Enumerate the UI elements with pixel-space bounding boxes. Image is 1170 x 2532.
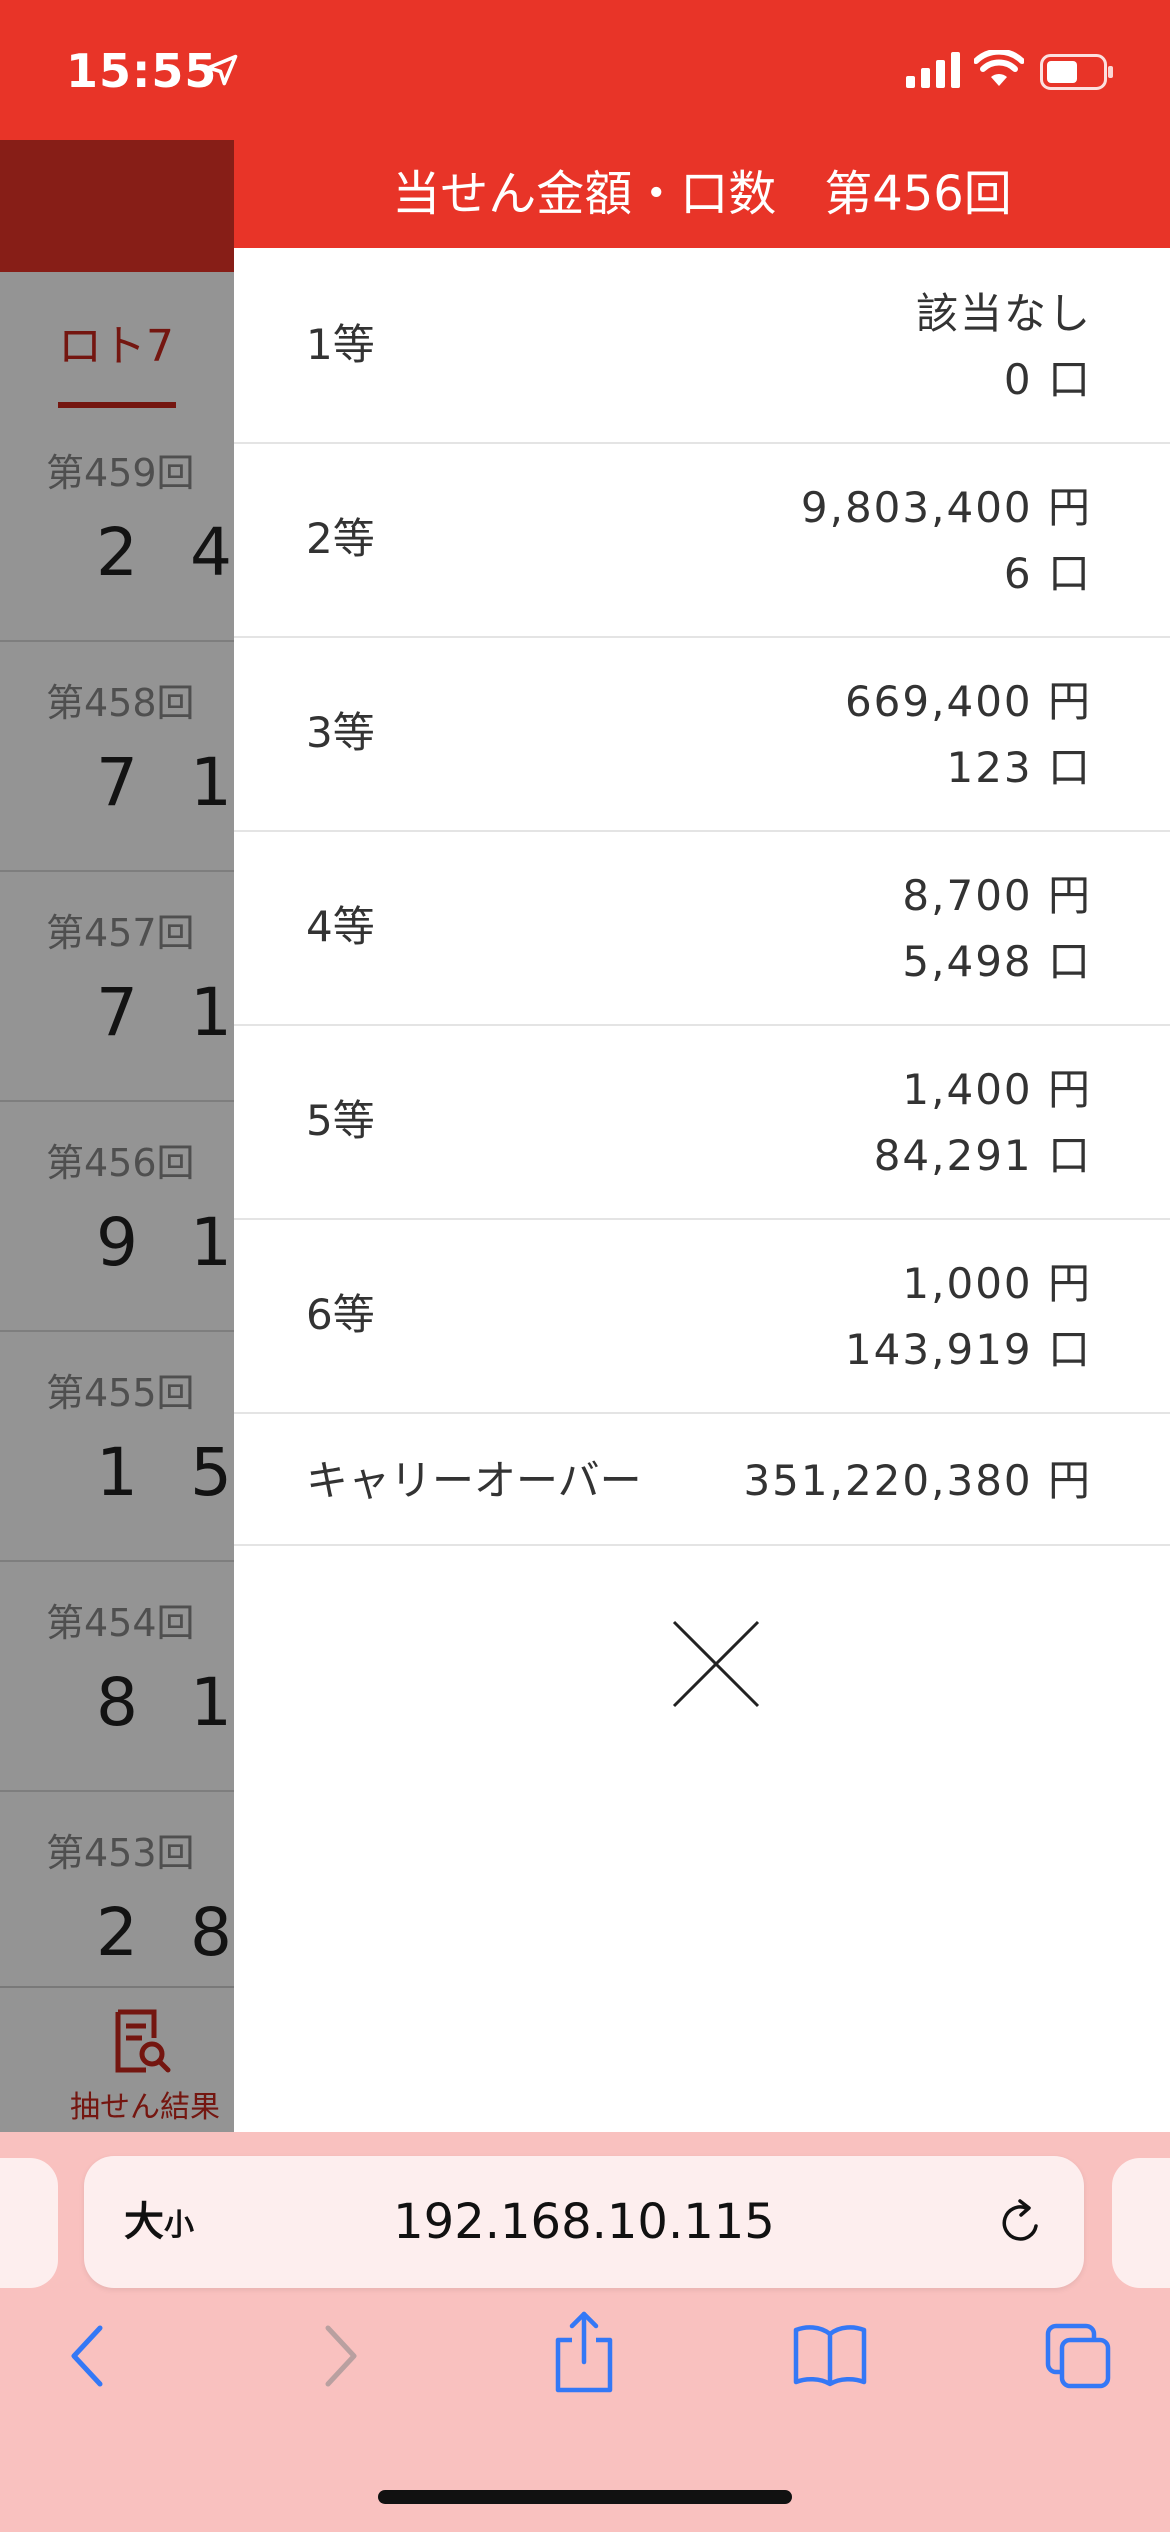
location-arrow-icon (206, 54, 238, 86)
prize-amount: 1,000 円 (902, 1259, 1092, 1308)
prize-count: 84,291 口 (873, 1131, 1092, 1180)
browser-toolbar: 大小 192.168.10.115 (0, 2132, 1170, 2532)
carryover-row: キャリーオーバー 351,220,380 円 (234, 1418, 1170, 1546)
reload-icon[interactable] (996, 2196, 1046, 2248)
previous-tab-preview[interactable] (0, 2158, 58, 2288)
prize-modal: 当せん金額・口数 第456回 1等 該当なし 0 口 2等 9,803,400 … (234, 140, 1170, 2132)
address-bar[interactable]: 大小 192.168.10.115 (84, 2156, 1084, 2288)
prize-rank: 3等 (306, 708, 375, 757)
tabs-icon[interactable] (1044, 2322, 1114, 2392)
prize-row-6: 6等 1,000 円 143,919 口 (234, 1218, 1170, 1414)
back-icon[interactable] (62, 2318, 112, 2394)
next-tab-preview[interactable] (1112, 2158, 1170, 2288)
carryover-value: 351,220,380 円 (743, 1456, 1092, 1505)
close-icon[interactable] (670, 1618, 762, 1710)
prize-amount: 669,400 円 (844, 677, 1092, 726)
prize-rank: 2等 (306, 514, 375, 563)
prize-row-3: 3等 669,400 円 123 口 (234, 636, 1170, 832)
home-indicator (378, 2490, 792, 2504)
prize-count: 6 口 (1003, 549, 1092, 598)
prize-row-1: 1等 該当なし 0 口 (234, 248, 1170, 444)
prize-count: 5,498 口 (902, 937, 1092, 986)
prize-count: 0 口 (1003, 355, 1092, 404)
prize-amount: 該当なし (915, 289, 1092, 338)
prize-row-5: 5等 1,400 円 84,291 口 (234, 1024, 1170, 1220)
battery-icon (1040, 54, 1113, 90)
prize-count: 123 口 (946, 743, 1092, 792)
share-icon[interactable] (552, 2310, 616, 2394)
prize-amount: 1,400 円 (902, 1065, 1092, 1114)
prize-amount: 9,803,400 円 (800, 483, 1092, 532)
status-time: 15:55 (66, 44, 218, 98)
prize-rank: 6等 (306, 1290, 375, 1339)
prize-rank: 1等 (306, 320, 375, 369)
url-text[interactable]: 192.168.10.115 (84, 2156, 1084, 2288)
status-bar: 15:55 (0, 0, 1170, 140)
prize-row-4: 4等 8,700 円 5,498 口 (234, 830, 1170, 1026)
wifi-icon (974, 50, 1024, 86)
cellular-signal-icon (906, 52, 960, 88)
prize-amount: 8,700 円 (902, 871, 1092, 920)
prize-count: 143,919 口 (844, 1325, 1092, 1374)
prize-rank: 5等 (306, 1096, 375, 1145)
bookmarks-icon[interactable] (792, 2322, 868, 2388)
forward-icon[interactable] (316, 2318, 366, 2394)
carryover-label: キャリーオーバー (306, 1456, 642, 1505)
modal-title: 当せん金額・口数 第456回 (234, 140, 1170, 248)
prize-rank: 4等 (306, 902, 375, 951)
dim-overlay[interactable] (0, 140, 234, 2132)
prize-row-2: 2等 9,803,400 円 6 口 (234, 442, 1170, 638)
